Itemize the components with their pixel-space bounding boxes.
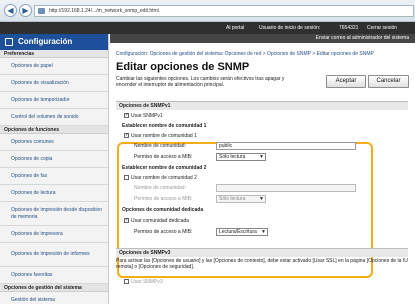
sidebar-item-common[interactable]: Opciones comunes [0, 134, 108, 151]
sidebar-section-prefs: Preferencias [0, 50, 108, 58]
admin-email-link[interactable]: Enviar correo al administrador del siste… [316, 35, 409, 41]
use-community1-checkbox[interactable]: ✓ [124, 133, 129, 139]
chevron-down-icon: ▼ [261, 229, 266, 235]
breadcrumb[interactable]: Configuración: Opciones de gestión del s… [116, 51, 374, 57]
community1-mib-label: Permiso de acceso a MIB: [134, 154, 193, 160]
url-text: http://192.168.1.24/.../m_network_snmp_e… [49, 8, 159, 14]
dedicated-mib-label: Permiso de acceso a MIB: [134, 229, 193, 235]
community1-name-label: Nombre de comunidad: [134, 143, 186, 149]
use-community2-row[interactable]: Usar nombre de comunidad 2 [124, 174, 197, 182]
page-icon [38, 8, 45, 14]
use-community1-row[interactable]: ✓ Usar nombre de comunidad 1 [124, 132, 197, 140]
use-snmpv1-row[interactable]: ✓ Usar SNMPv1 [124, 112, 163, 120]
user-label: Usuario de inicio de sesión: [259, 25, 321, 31]
settings-home-icon [5, 38, 13, 46]
top-bar: Al portal Usuario de inicio de sesión: 7… [0, 22, 415, 34]
community1-heading: Establecer nombre de comunidad 1 [122, 123, 207, 129]
use-snmpv3-checkbox[interactable] [124, 279, 129, 285]
sidebar-section-functions: Opciones de funciones [0, 126, 108, 134]
sidebar-item-printer[interactable]: Opciones de impresora [0, 226, 108, 243]
community2-mib-select[interactable]: Sólo lectura ▼ [216, 195, 266, 203]
forward-button[interactable]: ▶ [19, 4, 32, 17]
sidebar: Configuración Preferencias Opciones de p… [0, 34, 109, 304]
back-button[interactable]: ◀ [4, 4, 17, 17]
apply-button[interactable]: Aceptar [326, 75, 366, 88]
chevron-down-icon: ▼ [259, 196, 264, 202]
sidebar-item-paper[interactable]: Opciones de papel [0, 58, 108, 75]
instructions-text: Cambiar las siguientes opciones. Los cam… [116, 76, 285, 88]
community1-name-input[interactable]: public [216, 142, 356, 150]
sidebar-item-memory-print[interactable]: Opciones de impresión desde dispositivo … [0, 202, 108, 226]
community2-mib-label: Permiso de acceso a MIB: [134, 196, 193, 202]
use-dedicated-row[interactable]: ✓ Usar comunidad dedicada [124, 217, 189, 225]
chevron-down-icon: ▼ [259, 154, 264, 160]
sidebar-item-display[interactable]: Opciones de visualización [0, 75, 108, 92]
use-dedicated-checkbox[interactable]: ✓ [124, 218, 129, 224]
community1-mib-select[interactable]: Sólo lectura ▼ [216, 153, 266, 161]
sidebar-item-system-management[interactable]: Gestión del sistema [0, 292, 108, 304]
community2-name-label: Nombre de comunidad: [134, 185, 186, 191]
cancel-button[interactable]: Cancelar [368, 75, 409, 88]
sidebar-title[interactable]: Configuración [0, 34, 108, 50]
user-value: 7654321 [339, 25, 359, 31]
main-content: Enviar correo al administrador del siste… [110, 34, 415, 304]
logout-link[interactable]: Cerrar sesión [367, 24, 397, 32]
sidebar-item-fax[interactable]: Opciones de fax [0, 168, 108, 185]
sidebar-item-timer[interactable]: Opciones de temporizador [0, 92, 108, 109]
community2-heading: Establecer nombre de comunidad 2 [122, 165, 207, 171]
dedicated-mib-select[interactable]: Lectura/Escritura ▼ [216, 228, 268, 236]
browser-toolbar: ◀ ▶ http://192.168.1.24/.../m_network_sn… [0, 0, 415, 22]
admin-mail-bar: Enviar correo al administrador del siste… [110, 34, 415, 43]
sidebar-item-volume[interactable]: Control del volumen de sonido [0, 109, 108, 126]
sidebar-item-report-print[interactable]: Opciones de impresión de informes [0, 243, 108, 267]
dedicated-community-heading: Opciones de comunidad dedicada [122, 207, 204, 213]
snmpv3-section-heading: Opciones de SNMPv3 [116, 248, 408, 257]
community2-name-input[interactable] [216, 184, 356, 192]
use-community2-checkbox[interactable] [124, 175, 129, 181]
snmpv3-note: Para activar las [Opciones de usuario] y… [116, 258, 408, 270]
use-snmpv1-checkbox[interactable]: ✓ [124, 113, 129, 119]
page-title: Editar opciones de SNMP [116, 61, 250, 73]
use-snmpv3-row[interactable]: Usar SNMPv3 [124, 278, 163, 286]
sidebar-section-management: Opciones de gestión del sistema [0, 284, 108, 292]
sidebar-item-copy[interactable]: Opciones de copia [0, 151, 108, 168]
sidebar-item-favorites[interactable]: Opciones favoritas [0, 267, 108, 284]
snmpv1-section-heading: Opciones de SNMPv1 [116, 101, 408, 110]
address-bar[interactable]: http://192.168.1.24/.../m_network_snmp_e… [34, 5, 414, 17]
portal-link[interactable]: Al portal [226, 24, 244, 32]
sidebar-item-scan[interactable]: Opciones de lectura [0, 185, 108, 202]
